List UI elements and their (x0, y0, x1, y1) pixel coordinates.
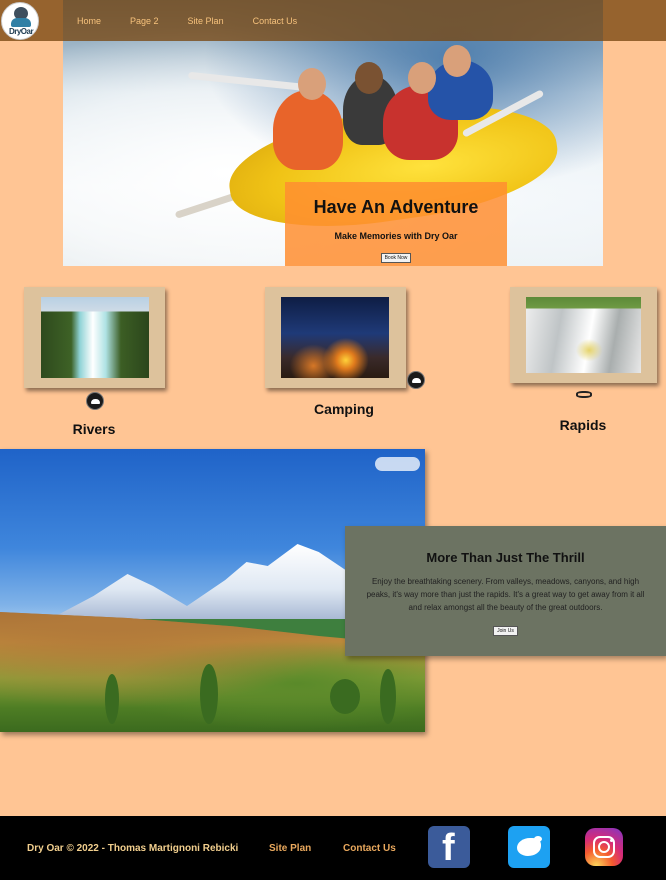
twitter-icon[interactable] (508, 826, 550, 868)
camping-photo (281, 297, 389, 378)
dry-oar-logo[interactable]: DryOar (1, 2, 39, 40)
footer-copyright: Dry Oar © 2022 - Thomas Martignoni Rebic… (27, 843, 239, 854)
footer: Dry Oar © 2022 - Thomas Martignoni Rebic… (0, 816, 666, 880)
hero-card: Have An Adventure Make Memories with Dry… (285, 182, 507, 266)
rivers-card[interactable] (24, 287, 165, 388)
join-us-button[interactable]: Join Us (493, 626, 518, 636)
rivers-photo (41, 297, 149, 378)
facebook-glyph: f (442, 827, 455, 869)
rivers-label: Rivers (72, 421, 116, 437)
footer-contact-us-link[interactable]: Contact Us (343, 843, 396, 854)
hero-photo-head (443, 45, 471, 77)
nav-site-plan[interactable]: Site Plan (188, 16, 224, 26)
facebook-icon[interactable]: f (428, 826, 470, 869)
book-now-button[interactable]: Book Now (380, 253, 412, 263)
raft-icon (574, 388, 594, 402)
hero-title: Have An Adventure (313, 197, 479, 217)
rapids-card[interactable] (510, 287, 657, 383)
river-badge-icon (86, 392, 104, 410)
camping-card[interactable] (265, 287, 406, 388)
cloud-shape (375, 457, 420, 471)
nav-links: Home Page 2 Site Plan Contact Us (77, 16, 326, 26)
promo-text: Enjoy the breathtaking scenery. From val… (366, 577, 645, 612)
hero-photo-paddle (187, 71, 309, 92)
top-navbar: DryOar Home Page 2 Site Plan Contact Us (0, 0, 666, 41)
instagram-icon[interactable] (585, 828, 623, 866)
rapids-photo (526, 297, 641, 373)
promo-card: More Than Just The Thrill Enjoy the brea… (345, 526, 666, 656)
instagram-lens-icon (598, 841, 610, 853)
footer-site-plan-link[interactable]: Site Plan (269, 843, 311, 854)
logo-body-icon (11, 18, 31, 27)
hero-photo-head (408, 62, 436, 94)
tree (200, 664, 218, 724)
tent-badge-icon (407, 371, 425, 389)
instagram-dot-icon (610, 839, 613, 842)
promo-title: More Than Just The Thrill (426, 550, 585, 565)
hero-subtitle: Make Memories with Dry Oar (334, 231, 458, 241)
camping-label: Camping (314, 401, 374, 417)
nav-page-2[interactable]: Page 2 (130, 16, 159, 26)
tree (380, 669, 396, 724)
tree (105, 674, 119, 724)
tree (330, 679, 360, 714)
nav-contact-us[interactable]: Contact Us (253, 16, 298, 26)
hero-photo-head (355, 62, 383, 94)
nav-home[interactable]: Home (77, 16, 101, 26)
hero-photo-head (298, 68, 326, 100)
hero-photo-rafter (273, 90, 343, 170)
rapids-label: Rapids (559, 417, 607, 433)
twitter-beak-icon (534, 836, 542, 842)
logo-text: DryOar (8, 27, 34, 36)
